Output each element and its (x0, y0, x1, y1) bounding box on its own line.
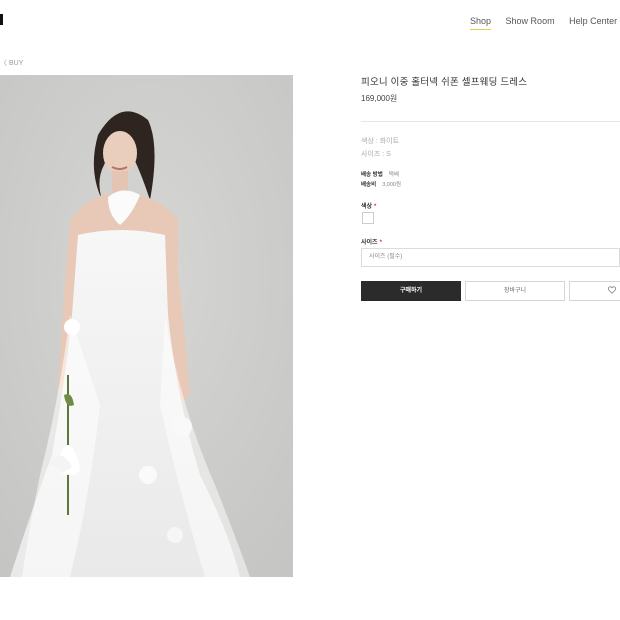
size-select[interactable]: 사이즈 (필수) (361, 248, 620, 267)
dress-model-illustration (0, 75, 293, 577)
nav-show-room[interactable]: Show Room (506, 16, 555, 29)
shipping-method-value: 택배 (388, 172, 399, 178)
product-price: 169,000원 (361, 94, 398, 103)
add-to-cart-button[interactable]: 장바구니 (465, 281, 565, 301)
size-option-label: 사이즈 * (361, 237, 382, 246)
shipping-fee-value: 3,000원 (382, 182, 402, 188)
buy-button[interactable]: 구매하기 (361, 281, 461, 301)
color-label-text: 색상 (361, 204, 373, 210)
color-swatch-white[interactable] (362, 212, 374, 224)
product-photo (0, 75, 293, 577)
shipping-info: 배송 방법 택배 배송비 3,000원 (361, 170, 401, 190)
selected-size: 사이즈 : S (361, 151, 391, 158)
size-label-text: 사이즈 (361, 240, 378, 246)
selected-options-summary: 색상 : 화이트 사이즈 : S (361, 135, 399, 161)
color-option-label: 색상 * (361, 201, 376, 210)
shipping-fee-label: 배송비 (361, 182, 377, 188)
breadcrumb[interactable]: 〈 BUY (0, 58, 23, 68)
divider (361, 121, 620, 122)
shipping-method-label: 배송 방법 (361, 172, 383, 178)
selected-color: 색상 : 화이트 (361, 138, 400, 145)
color-required-mark: * (374, 204, 377, 210)
nav-help-center[interactable]: Help Center (569, 16, 617, 29)
product-title: 피오니 이중 홀터넥 쉬폰 셀프웨딩 드레스 (361, 77, 528, 88)
nav-shop[interactable]: Shop (470, 16, 492, 30)
site-logo[interactable] (0, 14, 3, 25)
size-required-mark: * (379, 240, 382, 246)
heart-icon (607, 286, 617, 295)
wishlist-button[interactable] (569, 281, 620, 301)
product-info: 피오니 이중 홀터넥 쉬폰 셀프웨딩 드레스 169,000원 (361, 74, 620, 104)
top-navigation: Shop Show Room Help Center (470, 16, 620, 30)
product-page: Shop Show Room Help Center 〈 BUY 피오니 이중 … (0, 0, 620, 620)
